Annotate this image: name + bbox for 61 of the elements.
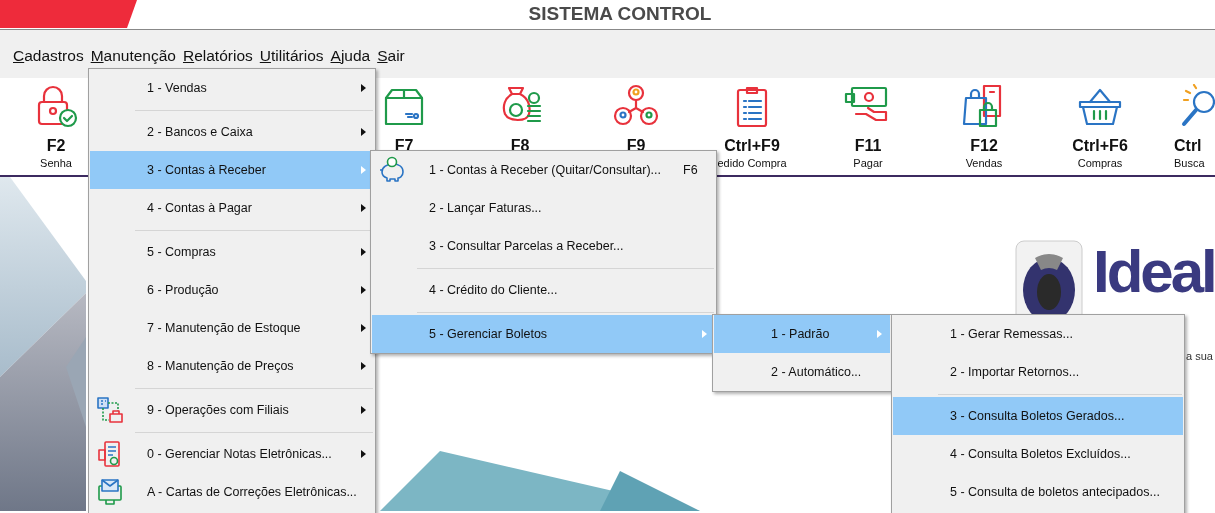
window-title: SISTEMA CONTROL (528, 2, 712, 27)
submenu-arrow-icon (361, 286, 366, 294)
toolbar-label: Pagar (853, 156, 883, 170)
menu-bar-item[interactable]: Ajuda (330, 44, 371, 68)
toolbar-label: edido Compra (717, 156, 787, 170)
menu-item[interactable]: 9 - Operações com Filiais (90, 391, 374, 429)
menu-item[interactable]: 6 - Produção (90, 271, 374, 309)
piggy-bank-icon (378, 156, 406, 184)
toolbar-label: Vendas (965, 156, 1003, 170)
submenu-arrow-icon (702, 330, 707, 338)
menu-item[interactable]: 0 - Gerenciar Notas Eletrônicas... (90, 435, 374, 473)
submenu-arrow-icon (877, 330, 882, 338)
shortcut-key: Ctrl (1174, 136, 1202, 156)
submenu-arrow-icon (361, 450, 366, 458)
menu-bar-item[interactable]: Manutenção (90, 44, 176, 68)
submenu-arrow-icon (361, 166, 366, 174)
menu-item[interactable]: 2 - Importar Retornos... (893, 353, 1183, 391)
menu-item[interactable]: 5 - Gerenciar Boletos (372, 315, 715, 353)
toolbar-button[interactable]: F11 Pagar (810, 78, 926, 175)
menu-item[interactable]: A - Cartas de Correções Eletrônicas... (90, 473, 374, 511)
menu-item[interactable]: 3 - Consultar Parcelas a Receber... (372, 227, 715, 265)
menu-item[interactable]: 1 - Padrão (714, 315, 890, 353)
logo-tagline: a sua (1186, 349, 1213, 363)
menu-item[interactable]: 5 - Compras (90, 233, 374, 271)
menu-item[interactable]: 8 - Manutenção de Preços (90, 347, 374, 385)
shortcut-key: F12 (970, 136, 998, 156)
shortcut-label: F6 (683, 161, 698, 179)
people-network-icon (612, 84, 660, 128)
menu-item[interactable]: 3 - Consulta Boletos Gerados... (893, 397, 1183, 435)
submenu-arrow-icon (361, 128, 366, 136)
toolbar-label: Senha (40, 156, 72, 170)
toolbar-label: Busca (1174, 156, 1205, 170)
submenu-arrow-icon (361, 248, 366, 256)
menu-bar-item[interactable]: Utilitários (259, 44, 324, 68)
menu-bar-item[interactable]: Relatórios (183, 44, 253, 68)
menu-item[interactable]: 4 - Crédito do Cliente... (372, 271, 715, 309)
logo-text: Ideal (1093, 242, 1215, 302)
menu-bar-item[interactable]: Cadastros (13, 44, 84, 68)
menu-bar-item[interactable]: Sair (377, 44, 405, 68)
toolbar-label: Compras (1077, 156, 1123, 170)
shortcut-key: Ctrl+F9 (724, 136, 780, 156)
buildings-icon (96, 396, 124, 424)
submenu-arrow-icon (361, 324, 366, 332)
envelope-monitor-icon (96, 478, 124, 506)
submenu-arrow-icon (361, 84, 366, 92)
shortcut-key: F2 (46, 136, 66, 156)
toolbar-button[interactable]: Ctrl Busca (1158, 78, 1215, 175)
menu-item[interactable]: 1 - Gerar Remessas... (893, 315, 1183, 353)
menu-item[interactable]: 7 - Manutenção de Estoque (90, 309, 374, 347)
menu-item[interactable]: 4 - Contas à Pagar (90, 189, 374, 227)
menu-item[interactable]: 2 - Automático... (714, 353, 890, 391)
menu-item[interactable]: 5 - Consulta de boletos antecipados... (893, 473, 1183, 511)
submenu-arrow-icon (361, 204, 366, 212)
toolbar-button[interactable]: F12 Vendas (926, 78, 1042, 175)
menu-item[interactable]: 4 - Consulta Boletos Excluídos... (893, 435, 1183, 473)
submenu-arrow-icon (361, 362, 366, 370)
shortcut-key: F11 (854, 136, 882, 156)
submenu-arrow-icon (361, 406, 366, 414)
shortcut-key: Ctrl+F6 (1072, 136, 1128, 156)
menu-item[interactable]: 2 - Lançar Faturas... (372, 189, 715, 227)
toolbar-button[interactable]: Ctrl+F6 Compras (1042, 78, 1158, 175)
